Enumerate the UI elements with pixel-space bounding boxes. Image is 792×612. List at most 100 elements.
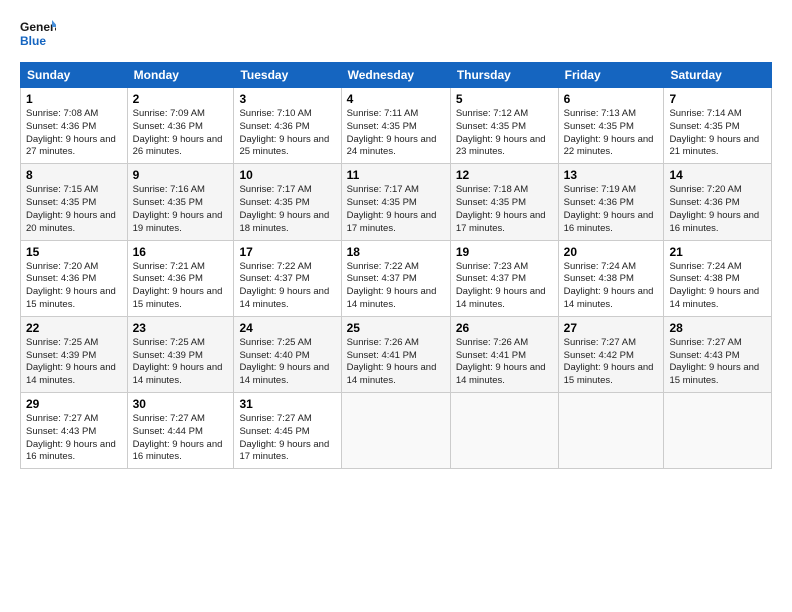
day-number: 20 — [564, 245, 659, 259]
day-info: Sunrise: 7:11 AM Sunset: 4:35 PM Dayligh… — [347, 108, 445, 159]
day-number: 30 — [133, 397, 229, 411]
page: General Blue SundayMondayTuesdayWednesda… — [0, 0, 792, 479]
day-number: 3 — [239, 92, 335, 106]
day-info: Sunrise: 7:23 AM Sunset: 4:37 PM Dayligh… — [456, 261, 553, 312]
day-cell: 31 Sunrise: 7:27 AM Sunset: 4:45 PM Dayl… — [234, 393, 341, 469]
day-number: 23 — [133, 321, 229, 335]
day-info: Sunrise: 7:26 AM Sunset: 4:41 PM Dayligh… — [347, 337, 445, 388]
col-header-saturday: Saturday — [664, 63, 772, 88]
day-cell: 11 Sunrise: 7:17 AM Sunset: 4:35 PM Dayl… — [341, 164, 450, 240]
day-info: Sunrise: 7:20 AM Sunset: 4:36 PM Dayligh… — [669, 184, 766, 235]
day-number: 19 — [456, 245, 553, 259]
day-cell: 9 Sunrise: 7:16 AM Sunset: 4:35 PM Dayli… — [127, 164, 234, 240]
day-cell: 8 Sunrise: 7:15 AM Sunset: 4:35 PM Dayli… — [21, 164, 128, 240]
day-info: Sunrise: 7:27 AM Sunset: 4:42 PM Dayligh… — [564, 337, 659, 388]
day-cell: 22 Sunrise: 7:25 AM Sunset: 4:39 PM Dayl… — [21, 316, 128, 392]
day-info: Sunrise: 7:15 AM Sunset: 4:35 PM Dayligh… — [26, 184, 122, 235]
day-number: 13 — [564, 168, 659, 182]
day-cell: 28 Sunrise: 7:27 AM Sunset: 4:43 PM Dayl… — [664, 316, 772, 392]
week-row-1: 1 Sunrise: 7:08 AM Sunset: 4:36 PM Dayli… — [21, 88, 772, 164]
day-number: 10 — [239, 168, 335, 182]
day-number: 24 — [239, 321, 335, 335]
day-number: 22 — [26, 321, 122, 335]
day-cell: 4 Sunrise: 7:11 AM Sunset: 4:35 PM Dayli… — [341, 88, 450, 164]
svg-text:Blue: Blue — [20, 34, 46, 48]
day-cell: 10 Sunrise: 7:17 AM Sunset: 4:35 PM Dayl… — [234, 164, 341, 240]
day-cell — [450, 393, 558, 469]
logo: General Blue — [20, 18, 56, 50]
day-cell: 13 Sunrise: 7:19 AM Sunset: 4:36 PM Dayl… — [558, 164, 664, 240]
day-info: Sunrise: 7:12 AM Sunset: 4:35 PM Dayligh… — [456, 108, 553, 159]
day-info: Sunrise: 7:27 AM Sunset: 4:43 PM Dayligh… — [669, 337, 766, 388]
day-info: Sunrise: 7:13 AM Sunset: 4:35 PM Dayligh… — [564, 108, 659, 159]
day-info: Sunrise: 7:16 AM Sunset: 4:35 PM Dayligh… — [133, 184, 229, 235]
day-info: Sunrise: 7:27 AM Sunset: 4:45 PM Dayligh… — [239, 413, 335, 464]
day-number: 12 — [456, 168, 553, 182]
day-number: 6 — [564, 92, 659, 106]
day-number: 21 — [669, 245, 766, 259]
day-cell: 30 Sunrise: 7:27 AM Sunset: 4:44 PM Dayl… — [127, 393, 234, 469]
day-cell: 26 Sunrise: 7:26 AM Sunset: 4:41 PM Dayl… — [450, 316, 558, 392]
day-info: Sunrise: 7:10 AM Sunset: 4:36 PM Dayligh… — [239, 108, 335, 159]
day-info: Sunrise: 7:24 AM Sunset: 4:38 PM Dayligh… — [564, 261, 659, 312]
day-cell: 16 Sunrise: 7:21 AM Sunset: 4:36 PM Dayl… — [127, 240, 234, 316]
week-row-2: 8 Sunrise: 7:15 AM Sunset: 4:35 PM Dayli… — [21, 164, 772, 240]
day-cell: 18 Sunrise: 7:22 AM Sunset: 4:37 PM Dayl… — [341, 240, 450, 316]
day-info: Sunrise: 7:25 AM Sunset: 4:39 PM Dayligh… — [26, 337, 122, 388]
day-cell: 5 Sunrise: 7:12 AM Sunset: 4:35 PM Dayli… — [450, 88, 558, 164]
col-header-sunday: Sunday — [21, 63, 128, 88]
day-info: Sunrise: 7:22 AM Sunset: 4:37 PM Dayligh… — [347, 261, 445, 312]
day-number: 17 — [239, 245, 335, 259]
col-header-wednesday: Wednesday — [341, 63, 450, 88]
day-cell: 3 Sunrise: 7:10 AM Sunset: 4:36 PM Dayli… — [234, 88, 341, 164]
day-number: 5 — [456, 92, 553, 106]
day-number: 2 — [133, 92, 229, 106]
day-number: 14 — [669, 168, 766, 182]
day-info: Sunrise: 7:18 AM Sunset: 4:35 PM Dayligh… — [456, 184, 553, 235]
day-number: 15 — [26, 245, 122, 259]
day-cell: 7 Sunrise: 7:14 AM Sunset: 4:35 PM Dayli… — [664, 88, 772, 164]
day-info: Sunrise: 7:24 AM Sunset: 4:38 PM Dayligh… — [669, 261, 766, 312]
week-row-4: 22 Sunrise: 7:25 AM Sunset: 4:39 PM Dayl… — [21, 316, 772, 392]
header-row: SundayMondayTuesdayWednesdayThursdayFrid… — [21, 63, 772, 88]
col-header-tuesday: Tuesday — [234, 63, 341, 88]
day-info: Sunrise: 7:09 AM Sunset: 4:36 PM Dayligh… — [133, 108, 229, 159]
day-cell — [341, 393, 450, 469]
day-cell: 12 Sunrise: 7:18 AM Sunset: 4:35 PM Dayl… — [450, 164, 558, 240]
day-number: 28 — [669, 321, 766, 335]
day-number: 27 — [564, 321, 659, 335]
day-cell: 29 Sunrise: 7:27 AM Sunset: 4:43 PM Dayl… — [21, 393, 128, 469]
day-number: 31 — [239, 397, 335, 411]
day-info: Sunrise: 7:14 AM Sunset: 4:35 PM Dayligh… — [669, 108, 766, 159]
day-cell: 20 Sunrise: 7:24 AM Sunset: 4:38 PM Dayl… — [558, 240, 664, 316]
header: General Blue — [20, 18, 772, 50]
day-number: 7 — [669, 92, 766, 106]
day-number: 25 — [347, 321, 445, 335]
day-cell: 1 Sunrise: 7:08 AM Sunset: 4:36 PM Dayli… — [21, 88, 128, 164]
day-info: Sunrise: 7:17 AM Sunset: 4:35 PM Dayligh… — [239, 184, 335, 235]
day-cell: 17 Sunrise: 7:22 AM Sunset: 4:37 PM Dayl… — [234, 240, 341, 316]
col-header-friday: Friday — [558, 63, 664, 88]
day-number: 9 — [133, 168, 229, 182]
day-number: 18 — [347, 245, 445, 259]
col-header-thursday: Thursday — [450, 63, 558, 88]
day-info: Sunrise: 7:25 AM Sunset: 4:39 PM Dayligh… — [133, 337, 229, 388]
day-cell: 14 Sunrise: 7:20 AM Sunset: 4:36 PM Dayl… — [664, 164, 772, 240]
day-info: Sunrise: 7:17 AM Sunset: 4:35 PM Dayligh… — [347, 184, 445, 235]
day-info: Sunrise: 7:19 AM Sunset: 4:36 PM Dayligh… — [564, 184, 659, 235]
day-cell: 25 Sunrise: 7:26 AM Sunset: 4:41 PM Dayl… — [341, 316, 450, 392]
day-number: 8 — [26, 168, 122, 182]
day-cell — [558, 393, 664, 469]
day-number: 26 — [456, 321, 553, 335]
week-row-3: 15 Sunrise: 7:20 AM Sunset: 4:36 PM Dayl… — [21, 240, 772, 316]
col-header-monday: Monday — [127, 63, 234, 88]
day-info: Sunrise: 7:21 AM Sunset: 4:36 PM Dayligh… — [133, 261, 229, 312]
day-cell: 6 Sunrise: 7:13 AM Sunset: 4:35 PM Dayli… — [558, 88, 664, 164]
day-info: Sunrise: 7:25 AM Sunset: 4:40 PM Dayligh… — [239, 337, 335, 388]
day-cell: 27 Sunrise: 7:27 AM Sunset: 4:42 PM Dayl… — [558, 316, 664, 392]
day-cell: 2 Sunrise: 7:09 AM Sunset: 4:36 PM Dayli… — [127, 88, 234, 164]
day-cell: 21 Sunrise: 7:24 AM Sunset: 4:38 PM Dayl… — [664, 240, 772, 316]
day-number: 29 — [26, 397, 122, 411]
day-cell: 24 Sunrise: 7:25 AM Sunset: 4:40 PM Dayl… — [234, 316, 341, 392]
day-cell: 15 Sunrise: 7:20 AM Sunset: 4:36 PM Dayl… — [21, 240, 128, 316]
